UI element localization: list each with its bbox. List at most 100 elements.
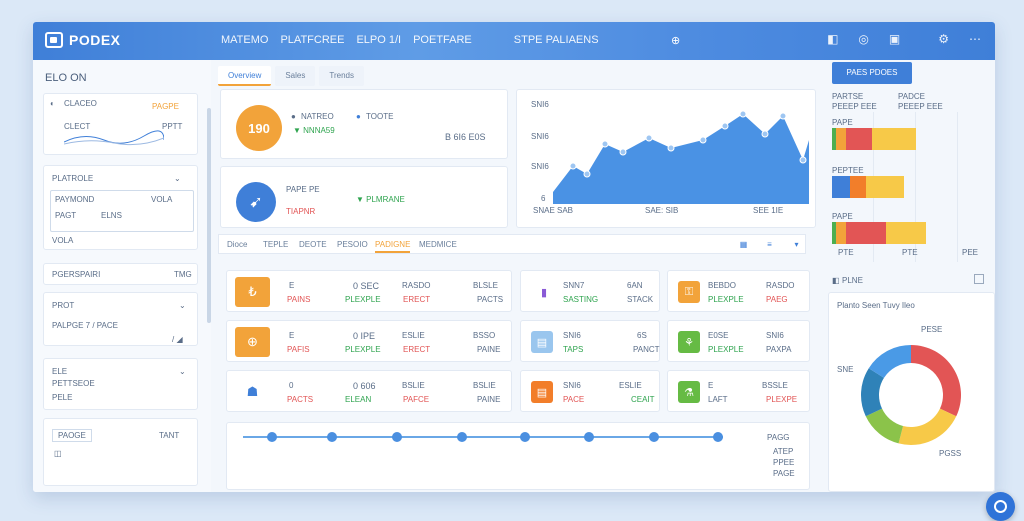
stat-panel-2[interactable]: ➹ PAPE PE ▼ PLMRANE TIAPNR	[220, 166, 508, 228]
product-card-9[interactable]: ⚗ E LAFT BSSLE PLEXPE	[667, 370, 810, 412]
product-card-6[interactable]: ⚘ E0SE PLEXPLE SNI6 PAXPA	[667, 320, 810, 362]
stat-sub: ▼ NNNA59	[293, 126, 335, 135]
product-card-2[interactable]: ▮ SNN7 SASTING 6AN STACK	[520, 270, 660, 312]
product-icon: ▤	[531, 381, 553, 403]
timeline-node[interactable]	[392, 432, 402, 442]
grid-view-icon[interactable]: ▦	[738, 240, 749, 250]
card-footer: VOLA	[52, 236, 74, 245]
card-line: PETTSEOE	[52, 379, 95, 388]
bar-tick: PEE	[962, 248, 979, 257]
stat-dot-icon: ●	[291, 112, 296, 121]
brand[interactable]: PODEX	[45, 32, 121, 48]
product-card-5[interactable]: ▤ SNI6 TAPS 6S PANCT	[520, 320, 660, 362]
product-amount: BSLIE	[473, 381, 496, 390]
sidebar-scrollbar[interactable]	[207, 108, 211, 323]
topnav-item-4[interactable]: POETFARE	[413, 34, 472, 46]
product-delta: PLEXPLE	[345, 345, 381, 354]
product-card-3[interactable]: ⚿ BEBDO PLEXPLE RASDO PAEG	[667, 270, 810, 312]
product-delta: PLEXPLE	[708, 295, 744, 304]
product-name: BEBDO	[708, 281, 737, 290]
product-delta: LAFT	[708, 395, 728, 404]
product-card-4[interactable]: ⊕ E PAFIS 0 IPE PLEXPLE ESLIE ERECT BSSO…	[226, 320, 512, 362]
card-title: PLATROLE	[52, 174, 94, 183]
tab-trends[interactable]: Trends	[319, 66, 364, 86]
sidebar-card-3[interactable]: PGERSPAIRI TMG	[43, 263, 198, 285]
product-icon: ⚗	[678, 381, 700, 403]
topnav-item-3[interactable]: ELPO 1/I	[356, 34, 401, 46]
tab-1[interactable]: Dioce	[227, 240, 247, 249]
stat-right: ▼ PLMRANE	[356, 195, 405, 204]
top-icons: ◧ ◎ ▣ ⚙ ⋯	[827, 32, 981, 46]
tab-3[interactable]: DEOTE	[299, 240, 327, 249]
tab-2[interactable]: TEPLE	[263, 240, 288, 249]
product-status-2: PAFCE	[403, 395, 430, 404]
sidebar-card-4[interactable]: PROT ⌄ PALPGE 7 / PACE / ◢	[43, 292, 198, 346]
product-value: BSSLE	[762, 381, 788, 390]
product-card-7[interactable]: ☗ 0 PACTS 0 606 ELEAN BSLIE PAFCE BSLIE …	[226, 370, 512, 412]
timeline-node[interactable]	[457, 432, 467, 442]
product-status: PAFIS	[287, 345, 310, 354]
timeline-node[interactable]	[520, 432, 530, 442]
filter-icon[interactable]: ▾	[791, 240, 802, 250]
product-name: 0	[289, 381, 294, 390]
top-tabs: Overview Sales Trends	[218, 66, 806, 86]
top-bar: PODEX MATEMO PLATFCREE ELPO 1/I POETFARE…	[33, 22, 995, 60]
card-title: PGERSPAIRI	[52, 270, 101, 279]
product-card-1[interactable]: ₺ E PAINS 0 SEC PLEXPLE RASDO ERECT BLSL…	[226, 270, 512, 312]
stat-circle: 190	[236, 105, 282, 151]
card-icon: ◐	[50, 99, 55, 108]
right-action-button[interactable]: PAES PDOES	[832, 62, 912, 84]
stat-panel-1[interactable]: 190 ● NATREO ● TOOTE ▼ NNNA59 B 6I6 E0S	[220, 89, 508, 159]
chat-fab-button[interactable]	[986, 492, 1015, 521]
topnav-item-1[interactable]: MATEMO	[221, 34, 268, 46]
sidebar-card-1[interactable]: ◐ CLACEO PAGPE CLECT PPTT	[43, 93, 198, 155]
bar-seg	[836, 128, 846, 150]
tab-sales[interactable]: Sales	[275, 66, 316, 86]
apps-icon[interactable]: ▣	[889, 32, 900, 46]
x-label: SNAE SAB	[533, 206, 574, 215]
card-row: PAGT	[55, 211, 77, 220]
timeline-node[interactable]	[584, 432, 594, 442]
more-icon[interactable]: ⋯	[969, 32, 981, 46]
tab-overview[interactable]: Overview	[218, 66, 272, 86]
sidebar-card-2[interactable]: PLATROLE ⌄ PAYMOND VOLA PAGT ELNS VOLA	[43, 165, 198, 250]
rocket-icon: ➹	[236, 182, 276, 222]
stat-label-2: TOOTE	[366, 112, 394, 121]
timeline-node[interactable]	[649, 432, 659, 442]
topnav-item-2[interactable]: PLATFCREE	[280, 34, 344, 46]
bar-seg	[846, 128, 872, 150]
legend-icon: ◧	[832, 276, 840, 285]
timeline-node[interactable]	[267, 432, 277, 442]
account-icon[interactable]: ◎	[858, 32, 868, 46]
product-value: 0 606	[353, 381, 376, 391]
sidebar-card-6[interactable]: PAOGE TANT ◫	[43, 418, 198, 486]
legend-checkbox[interactable]	[974, 274, 984, 284]
stat-dot-icon: ●	[356, 112, 361, 121]
right-column: PAES PDOES PARTSE PADCE PEEEP EEE PEEEP …	[828, 60, 995, 492]
tab-4[interactable]: PESOIO	[337, 240, 368, 249]
area-point	[699, 136, 707, 144]
notifications-icon[interactable]: ◧	[827, 32, 838, 46]
bell-icon[interactable]: ⊕	[671, 34, 680, 47]
product-name: E	[289, 331, 295, 340]
product-icon: ₺	[235, 277, 270, 307]
tab-6[interactable]: MEDMICE	[419, 240, 457, 249]
settings-icon[interactable]: ⚙	[938, 32, 949, 46]
timeline-sub: PAGE	[773, 469, 795, 478]
list-view-icon[interactable]: ≡	[764, 240, 775, 250]
right-row: PEEEP EEE	[832, 102, 877, 111]
tab-5-active[interactable]: PADIGNE	[375, 240, 411, 253]
product-card-8[interactable]: ▤ SNI6 PACE ESLIE CEAIT	[520, 370, 660, 412]
product-status: PAINS	[287, 295, 311, 304]
right-row: PEEEP EEE	[898, 102, 943, 111]
donut-slice	[898, 408, 957, 445]
timeline-node[interactable]	[327, 432, 337, 442]
sidebar-card-5[interactable]: ELE ⌄ PETTSEOE PELE	[43, 358, 198, 410]
area-point	[667, 144, 675, 152]
product-status-2: ERECT	[403, 295, 431, 304]
product-meta: PAINE	[477, 395, 501, 404]
timeline-node[interactable]	[713, 432, 723, 442]
card-sparkline	[64, 130, 164, 146]
area-point	[645, 134, 653, 142]
topnav-item-5[interactable]: STPE PALIAENS	[514, 34, 599, 46]
